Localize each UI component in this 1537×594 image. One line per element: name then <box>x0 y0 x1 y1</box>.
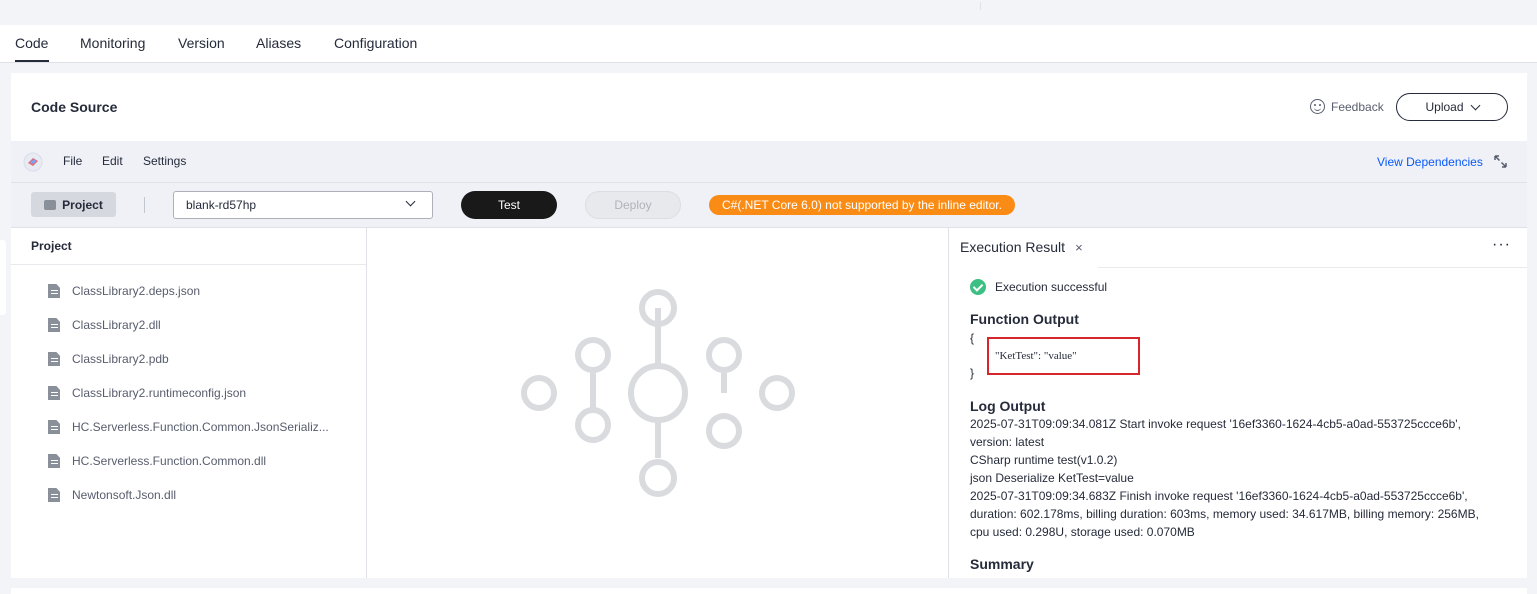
file-name: ClassLibrary2.dll <box>72 318 161 332</box>
execution-status: Execution successful <box>970 279 1107 295</box>
execution-result-panel: Execution Result × ··· Execution success… <box>949 228 1527 578</box>
output-open-brace: { <box>970 331 975 345</box>
function-select-value: blank-rd57hp <box>186 198 257 212</box>
fullscreen-icon[interactable] <box>1494 155 1507 168</box>
log-output-title: Log Output <box>970 398 1046 414</box>
file-item[interactable]: ClassLibrary2.runtimeconfig.json <box>48 386 246 400</box>
chevron-down-icon <box>1470 100 1480 110</box>
file-icon <box>48 386 60 400</box>
project-toggle-label: Project <box>62 197 103 212</box>
menu-edit[interactable]: Edit <box>102 154 123 168</box>
output-close-brace: } <box>970 366 975 380</box>
editor-logo-icon <box>23 152 43 172</box>
file-icon <box>48 454 60 468</box>
code-source-card: Code Source Feedback Upload File Edit Se… <box>11 73 1527 578</box>
file-icon <box>48 420 60 434</box>
file-item[interactable]: HC.Serverless.Function.Common.JsonSerial… <box>48 420 329 434</box>
summary-title: Summary <box>970 556 1034 572</box>
log-line: duration: 602.178ms, billing duration: 6… <box>970 507 1479 521</box>
file-name: ClassLibrary2.deps.json <box>72 284 201 298</box>
log-output: 2025-07-31T09:09:34.081Z Start invoke re… <box>970 415 1500 541</box>
file-name: ClassLibrary2.runtimeconfig.json <box>72 386 247 400</box>
upload-button[interactable]: Upload <box>1396 93 1508 121</box>
smile-icon <box>1310 99 1325 114</box>
output-line: "KetTest": "value" <box>995 350 1077 362</box>
file-icon <box>48 488 60 502</box>
view-dependencies-link[interactable]: View Dependencies <box>1377 155 1483 169</box>
editor-area <box>368 228 949 578</box>
execution-result-tab-label: Execution Result <box>960 239 1066 255</box>
active-tab-indicator <box>15 60 49 62</box>
editor-menu-bar: File Edit Settings View Dependencies <box>11 141 1527 183</box>
tab-configuration[interactable]: Configuration <box>334 35 417 51</box>
upload-label: Upload <box>1425 100 1464 114</box>
test-button[interactable]: Test <box>461 191 557 219</box>
tab-divider <box>1098 267 1527 268</box>
execution-status-text: Execution successful <box>995 280 1108 294</box>
log-line: json Deserialize KetTest=value <box>970 471 1134 485</box>
tab-aliases[interactable]: Aliases <box>256 35 301 51</box>
deploy-button[interactable]: Deploy <box>585 191 681 219</box>
file-name: ClassLibrary2.pdb <box>72 352 169 366</box>
tab-version[interactable]: Version <box>178 35 225 51</box>
check-circle-icon <box>970 279 986 295</box>
file-item[interactable]: Newtonsoft.Json.dll <box>48 488 176 502</box>
log-line: 2025-07-31T09:09:34.081Z Start invoke re… <box>970 417 1461 431</box>
project-toggle-button[interactable]: Project <box>31 192 116 217</box>
feedback-link[interactable]: Feedback <box>1310 99 1384 114</box>
feedback-label: Feedback <box>1331 99 1384 114</box>
tab-monitoring[interactable]: Monitoring <box>80 35 145 51</box>
tab-code[interactable]: Code <box>15 35 48 51</box>
empty-editor-illustration <box>521 289 795 497</box>
folder-icon <box>44 199 57 210</box>
more-options-icon[interactable]: ··· <box>1492 236 1511 254</box>
file-icon <box>48 318 60 332</box>
file-item[interactable]: HC.Serverless.Function.Common.dll <box>48 454 266 468</box>
log-line: version: latest <box>970 435 1045 449</box>
project-panel: Project ClassLibrary2.deps.json ClassLib… <box>11 228 367 578</box>
menu-file[interactable]: File <box>63 154 82 168</box>
top-divider <box>980 2 981 10</box>
file-item[interactable]: ClassLibrary2.dll <box>48 318 161 332</box>
editor-toolbar: Project blank-rd57hp Test Deploy C#(.NET… <box>11 183 1527 228</box>
log-line: cpu used: 0.298U, storage used: 0.070MB <box>970 525 1195 539</box>
output-highlight-box: "KetTest": "value" <box>987 337 1140 375</box>
file-name: HC.Serverless.Function.Common.JsonSerial… <box>72 420 329 434</box>
file-icon <box>48 352 60 366</box>
log-line: 2025-07-31T09:09:34.683Z Finish invoke r… <box>970 489 1468 503</box>
file-name: HC.Serverless.Function.Common.dll <box>72 454 267 468</box>
chevron-down-icon <box>405 196 416 207</box>
file-item[interactable]: ClassLibrary2.pdb <box>48 352 169 366</box>
project-panel-title: Project <box>11 228 366 265</box>
side-collapse-handle[interactable] <box>0 240 6 315</box>
file-icon <box>48 284 60 298</box>
function-output-title: Function Output <box>970 311 1079 327</box>
tab-execution-result[interactable]: Execution Result × <box>949 228 1098 268</box>
card-title: Code Source <box>31 99 118 115</box>
menu-settings[interactable]: Settings <box>143 154 186 168</box>
file-item[interactable]: ClassLibrary2.deps.json <box>48 284 200 298</box>
tab-bar: Code Monitoring Version Aliases Configur… <box>0 25 1537 63</box>
log-line: CSharp runtime test(v1.0.2) <box>970 453 1118 467</box>
file-name: Newtonsoft.Json.dll <box>72 488 177 502</box>
function-select[interactable]: blank-rd57hp <box>173 191 433 219</box>
toolbar-divider <box>144 197 145 213</box>
bottom-card-edge <box>11 588 1527 594</box>
close-icon[interactable]: × <box>1075 240 1083 255</box>
unsupported-warning-badge: C#(.NET Core 6.0) not supported by the i… <box>709 195 1015 215</box>
